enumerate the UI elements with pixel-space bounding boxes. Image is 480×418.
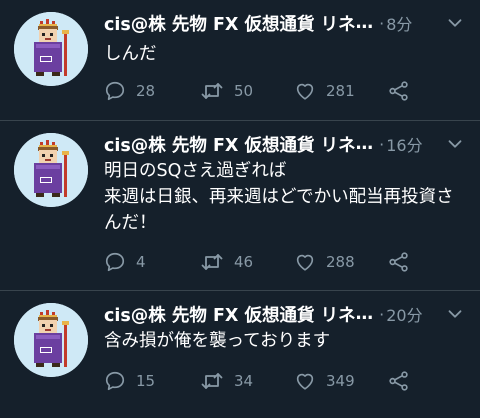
- retweet-count: 34: [234, 372, 254, 390]
- retweet-icon: [200, 250, 224, 274]
- chevron-down-icon[interactable]: [442, 10, 468, 36]
- like-icon: [294, 251, 316, 273]
- retweet-icon: [200, 79, 224, 103]
- reply-count: 28: [136, 82, 156, 100]
- reply-button[interactable]: 15: [104, 369, 155, 393]
- action-bar: 15 34 349: [104, 369, 424, 393]
- tweet-text: 含み損が俺を襲っております: [104, 331, 331, 351]
- name-ellipsis: …: [355, 134, 374, 154]
- author-name[interactable]: cis@株 先物 FX 仮想通貨 リネ: [104, 11, 356, 36]
- tweet-1[interactable]: cis@株 先物 FX 仮想通貨 リネ … · 8分 しんだ 28 50 281: [0, 0, 480, 121]
- timestamp[interactable]: 16分: [386, 132, 422, 156]
- tweet-header: cis@株 先物 FX 仮想通貨 リネ … · 20分: [104, 301, 480, 327]
- like-button[interactable]: 281: [294, 79, 355, 103]
- tweet-3[interactable]: cis@株 先物 FX 仮想通貨 リネ … · 20分 含み損が俺を襲っておりま…: [0, 291, 480, 418]
- action-bar: 28 50 281: [104, 79, 424, 103]
- timestamp[interactable]: 20分: [386, 302, 422, 326]
- chevron-down-icon[interactable]: [442, 301, 468, 327]
- separator: ·: [379, 134, 385, 154]
- like-button[interactable]: 349: [294, 369, 355, 393]
- retweet-icon: [200, 369, 224, 393]
- avatar[interactable]: [14, 133, 88, 207]
- share-icon: [388, 251, 410, 273]
- pixel-character-icon: [14, 12, 88, 86]
- reply-button[interactable]: 28: [104, 79, 155, 103]
- retweet-count: 46: [234, 253, 254, 271]
- action-bar: 4 46 288: [104, 250, 424, 274]
- retweet-button[interactable]: 50: [200, 79, 253, 103]
- like-icon: [294, 80, 316, 102]
- pixel-character-icon: [14, 133, 88, 207]
- tweet-header: cis@株 先物 FX 仮想通貨 リネ … · 8分: [104, 10, 480, 36]
- separator: ·: [379, 13, 385, 33]
- reply-icon: [104, 370, 126, 392]
- retweet-count: 50: [234, 82, 254, 100]
- share-button[interactable]: [388, 250, 410, 274]
- name-ellipsis: …: [355, 304, 374, 324]
- tweet-text: しんだ: [104, 44, 157, 64]
- author-name[interactable]: cis@株 先物 FX 仮想通貨 リネ: [104, 132, 356, 157]
- reply-count: 15: [136, 372, 156, 390]
- reply-button[interactable]: 4: [104, 250, 146, 274]
- share-button[interactable]: [388, 79, 410, 103]
- retweet-button[interactable]: 46: [200, 250, 253, 274]
- reply-count: 4: [136, 253, 146, 271]
- tweet-text: 明日のSQさえ過ぎれば 来週は日銀、再来週はどでかい配当再投資さんだ！: [104, 161, 454, 233]
- author-name[interactable]: cis@株 先物 FX 仮想通貨 リネ: [104, 302, 356, 327]
- separator: ·: [379, 304, 385, 324]
- avatar[interactable]: [14, 12, 88, 86]
- name-ellipsis: …: [355, 13, 374, 33]
- reply-icon: [104, 80, 126, 102]
- like-button[interactable]: 288: [294, 250, 355, 274]
- timestamp[interactable]: 8分: [386, 11, 412, 35]
- pixel-character-icon: [14, 303, 88, 377]
- avatar[interactable]: [14, 303, 88, 377]
- share-icon: [388, 370, 410, 392]
- like-count: 288: [326, 253, 355, 271]
- like-count: 349: [326, 372, 355, 390]
- share-icon: [388, 80, 410, 102]
- reply-icon: [104, 251, 126, 273]
- retweet-button[interactable]: 34: [200, 369, 253, 393]
- tweet-header: cis@株 先物 FX 仮想通貨 リネ … · 16分: [104, 131, 480, 157]
- share-button[interactable]: [388, 369, 410, 393]
- like-count: 281: [326, 82, 355, 100]
- like-icon: [294, 370, 316, 392]
- tweet-2[interactable]: cis@株 先物 FX 仮想通貨 リネ … · 16分 明日のSQさえ過ぎれば …: [0, 121, 480, 291]
- chevron-down-icon[interactable]: [442, 131, 468, 157]
